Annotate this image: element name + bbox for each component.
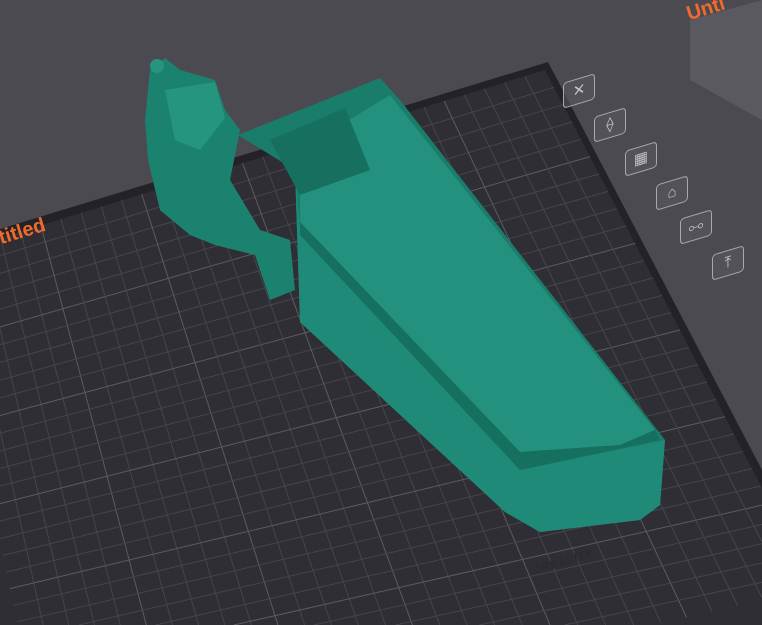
arrange-icon: ▦ (633, 147, 649, 170)
close-icon: ✕ (572, 80, 586, 101)
3d-viewport[interactable] (0, 0, 762, 625)
sliders-icon: ⧟ (688, 215, 704, 238)
arrow-up-icon: ⤒ (724, 252, 732, 273)
orient-icon: ⟠ (606, 114, 614, 135)
lock-icon: ⌂ (667, 182, 677, 203)
